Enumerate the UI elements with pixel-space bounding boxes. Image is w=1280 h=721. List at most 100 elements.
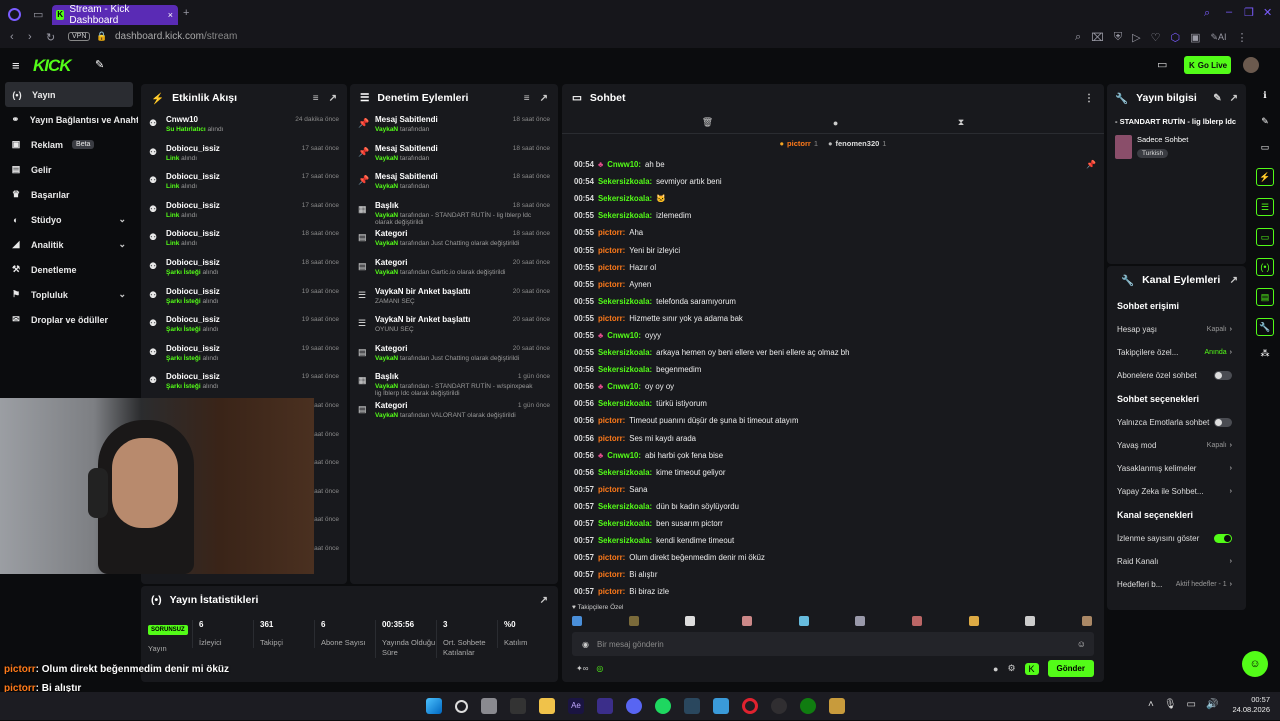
theater-mode-icon[interactable]: ▭ <box>1157 58 1167 71</box>
send-button[interactable]: Gönder <box>1047 660 1094 677</box>
sidebar-item-8[interactable]: ⚑ Topluluk ⌄ <box>0 282 138 307</box>
channel-setting-row[interactable]: Raid Kanalı › <box>1107 550 1246 573</box>
emote-icon[interactable] <box>1081 616 1092 626</box>
message-user[interactable]: Cnww10: <box>607 331 641 340</box>
popout-icon[interactable]: ↗ <box>1230 275 1238 286</box>
popout-icon[interactable]: ↗ <box>540 93 548 104</box>
channel-setting-row[interactable]: Yapay Zeka ile Sohbet... › <box>1107 480 1246 503</box>
language-tag[interactable]: Turkish <box>1137 149 1169 158</box>
chat-message[interactable]: 00:54 Sekersizkoala: sevmiyor artık beni <box>562 173 1104 190</box>
chat-message[interactable]: 00:57 pictorr: Bi biraz izle <box>562 583 1104 600</box>
sparkle-icon[interactable]: ✦∞ <box>576 664 588 673</box>
filter-icon[interactable]: ≡ <box>524 93 530 104</box>
message-user[interactable]: pictorr: <box>598 587 625 596</box>
wallet-ext-icon[interactable]: ▣ <box>1190 31 1200 44</box>
popout-icon[interactable]: ↗ <box>1230 93 1238 104</box>
chat-message[interactable]: 00:54 ♣ Cnww10: ah be <box>562 156 1104 173</box>
sidebar-item-6[interactable]: ◢ Analitik ⌄ <box>0 232 138 257</box>
message-user[interactable]: pictorr: <box>598 553 625 562</box>
task-view-icon[interactable] <box>481 698 497 714</box>
play-icon[interactable]: ▷ <box>1132 31 1140 44</box>
activity-event[interactable]: ⚉ Dobiocu_issiz Şarkı İsteği alındı 19 saat… <box>141 312 347 341</box>
chat-message[interactable]: 00:57 Sekersizkoala: ben susarım pictorr <box>562 515 1104 532</box>
lol-icon[interactable] <box>829 698 845 714</box>
kick-emote-icon[interactable]: K <box>1024 662 1039 675</box>
popout-icon[interactable]: ↗ <box>540 595 548 606</box>
top-chatter[interactable]: ● pictorr 1 <box>780 139 818 148</box>
sidebar-item-9[interactable]: ✉ Droplar ve ödüller <box>0 307 138 332</box>
hourglass-icon[interactable]: ⧗ <box>958 117 964 128</box>
spotify-icon[interactable] <box>655 698 671 714</box>
rail-actions-button[interactable]: 🔧 <box>1256 318 1274 336</box>
steam-icon[interactable] <box>684 698 700 714</box>
channel-setting-row[interactable]: Takipçilere özel... Anında › <box>1107 341 1246 364</box>
pin-message-icon[interactable]: 📌 <box>1086 160 1096 169</box>
channel-setting-row[interactable]: Abonelere özel sohbet <box>1107 364 1246 387</box>
hamburger-menu-icon[interactable]: ≡ <box>12 58 20 73</box>
emote-icon[interactable] <box>968 616 979 626</box>
chat-message[interactable]: 00:57 Sekersizkoala: kendi kendime timeout <box>562 532 1104 549</box>
moderation-event[interactable]: ☰ VaykaN bir Anket başlattı OYUNU SEÇ 20 sa… <box>350 312 558 341</box>
filter-icon[interactable]: ≡ <box>313 93 319 104</box>
activity-event[interactable]: ⚉ Dobiocu_issiz Link alındı 17 saat önce <box>141 141 347 170</box>
menu-dots-icon[interactable]: ⋮ <box>1084 93 1094 104</box>
opera-logo-icon[interactable] <box>8 8 21 21</box>
chevron-down-icon[interactable]: ⌄ <box>118 239 126 250</box>
toggle-switch[interactable] <box>1214 371 1232 380</box>
channel-setting-row[interactable]: Yavaş mod Kapalı › <box>1107 434 1246 457</box>
network-icon[interactable]: ▭ <box>1187 699 1196 710</box>
channel-setting-row[interactable]: Hesap yaşı Kapalı › <box>1107 318 1246 341</box>
emote-icon[interactable] <box>911 616 922 626</box>
heart-icon[interactable]: ♡ <box>1151 31 1161 44</box>
chat-message[interactable]: 00:55 pictorr: Hazır ol <box>562 259 1104 276</box>
search-icon[interactable] <box>455 699 468 713</box>
message-user[interactable]: Sekersizkoala: <box>598 348 652 357</box>
vpn-badge[interactable]: VPN <box>68 32 91 41</box>
gear-icon[interactable]: ⚙ <box>1007 663 1015 674</box>
zoom-icon[interactable]: ⌕ <box>1075 31 1081 44</box>
message-user[interactable]: Sekersizkoala: <box>598 177 652 186</box>
message-user[interactable]: Sekersizkoala: <box>598 297 652 306</box>
chat-message[interactable]: 00:56 pictorr: Timeout puanını düşür de şu… <box>562 412 1104 429</box>
chat-message[interactable]: 00:56 Sekersizkoala: kime timeout geliyor <box>562 464 1104 481</box>
sidebar-item-4[interactable]: ♛ Başarılar <box>0 182 138 207</box>
moderation-event[interactable]: ▦ Başlık VaykaN tarafından - STANDART RUTİ… <box>350 198 558 227</box>
edit-icon[interactable]: ✎ <box>1250 116 1280 134</box>
message-user[interactable]: Cnww10: <box>607 160 641 169</box>
message-user[interactable]: Cnww10: <box>607 382 641 391</box>
activity-event[interactable]: ⚉ Cnww10 Su Hatırlatıcı alındı 24 dakika ön… <box>141 112 347 141</box>
chat-message[interactable]: 00:55 Sekersizkoala: arkaya hemen oy beni … <box>562 344 1104 361</box>
top-chatter[interactable]: ● fenomen320 1 <box>828 139 886 148</box>
chat-message[interactable]: 00:56 pictorr: Ses mi kaydı arada <box>562 430 1104 447</box>
chat-message[interactable]: 00:56 ♣ Cnww10: abi harbi çok fena bise <box>562 447 1104 464</box>
channel-setting-row[interactable]: Yasaklanmış kelimeler › <box>1107 457 1246 480</box>
rail-chat-button[interactable]: ▭ <box>1256 228 1274 246</box>
windows-start-icon[interactable] <box>426 698 442 714</box>
activity-event[interactable]: ⚉ Dobiocu_issiz Link alındı 17 saat önce <box>141 198 347 227</box>
file-explorer-icon[interactable] <box>539 698 555 714</box>
chat-message[interactable]: 00:55 pictorr: Aha <box>562 224 1104 241</box>
kick-logo[interactable]: KICK <box>33 56 72 76</box>
message-user[interactable]: pictorr: <box>598 280 625 289</box>
close-tab-icon[interactable]: × <box>168 10 173 20</box>
sidebar-item-5[interactable]: ◐ Stüdyo ⌄ <box>0 207 138 232</box>
discord-icon[interactable] <box>626 698 642 714</box>
chevron-down-icon[interactable]: ⌄ <box>118 214 126 225</box>
moderation-event[interactable]: ▤ Kategori VaykaN tarafından Gartic.io ola… <box>350 255 558 284</box>
go-live-button[interactable]: K Go Live <box>1184 56 1231 74</box>
mod-icon[interactable]: ◉ <box>582 640 589 649</box>
activity-event[interactable]: ⚉ Dobiocu_issiz Şarkı İsteği alındı 19 saat… <box>141 369 347 398</box>
sidebar-item-2[interactable]: ▣ Reklam Beta <box>0 132 138 157</box>
obs-icon[interactable] <box>771 698 787 714</box>
message-user[interactable]: Sekersizkoala: <box>598 365 652 374</box>
message-user[interactable]: Sekersizkoala: <box>598 468 652 477</box>
emote-icon[interactable] <box>855 616 866 626</box>
reload-icon[interactable]: ↻ <box>46 31 55 44</box>
green-ring-icon[interactable]: ◎ <box>596 664 603 673</box>
message-user[interactable]: pictorr: <box>598 416 625 425</box>
channel-setting-row[interactable]: Hedefleri b... Aktif hedefler - 1 › <box>1107 573 1246 596</box>
volume-icon[interactable]: 🔊 <box>1206 699 1218 710</box>
emote-icon[interactable] <box>628 616 639 626</box>
chat-settings-icon[interactable]: ● <box>993 664 998 674</box>
monitor-app-icon[interactable] <box>713 698 729 714</box>
